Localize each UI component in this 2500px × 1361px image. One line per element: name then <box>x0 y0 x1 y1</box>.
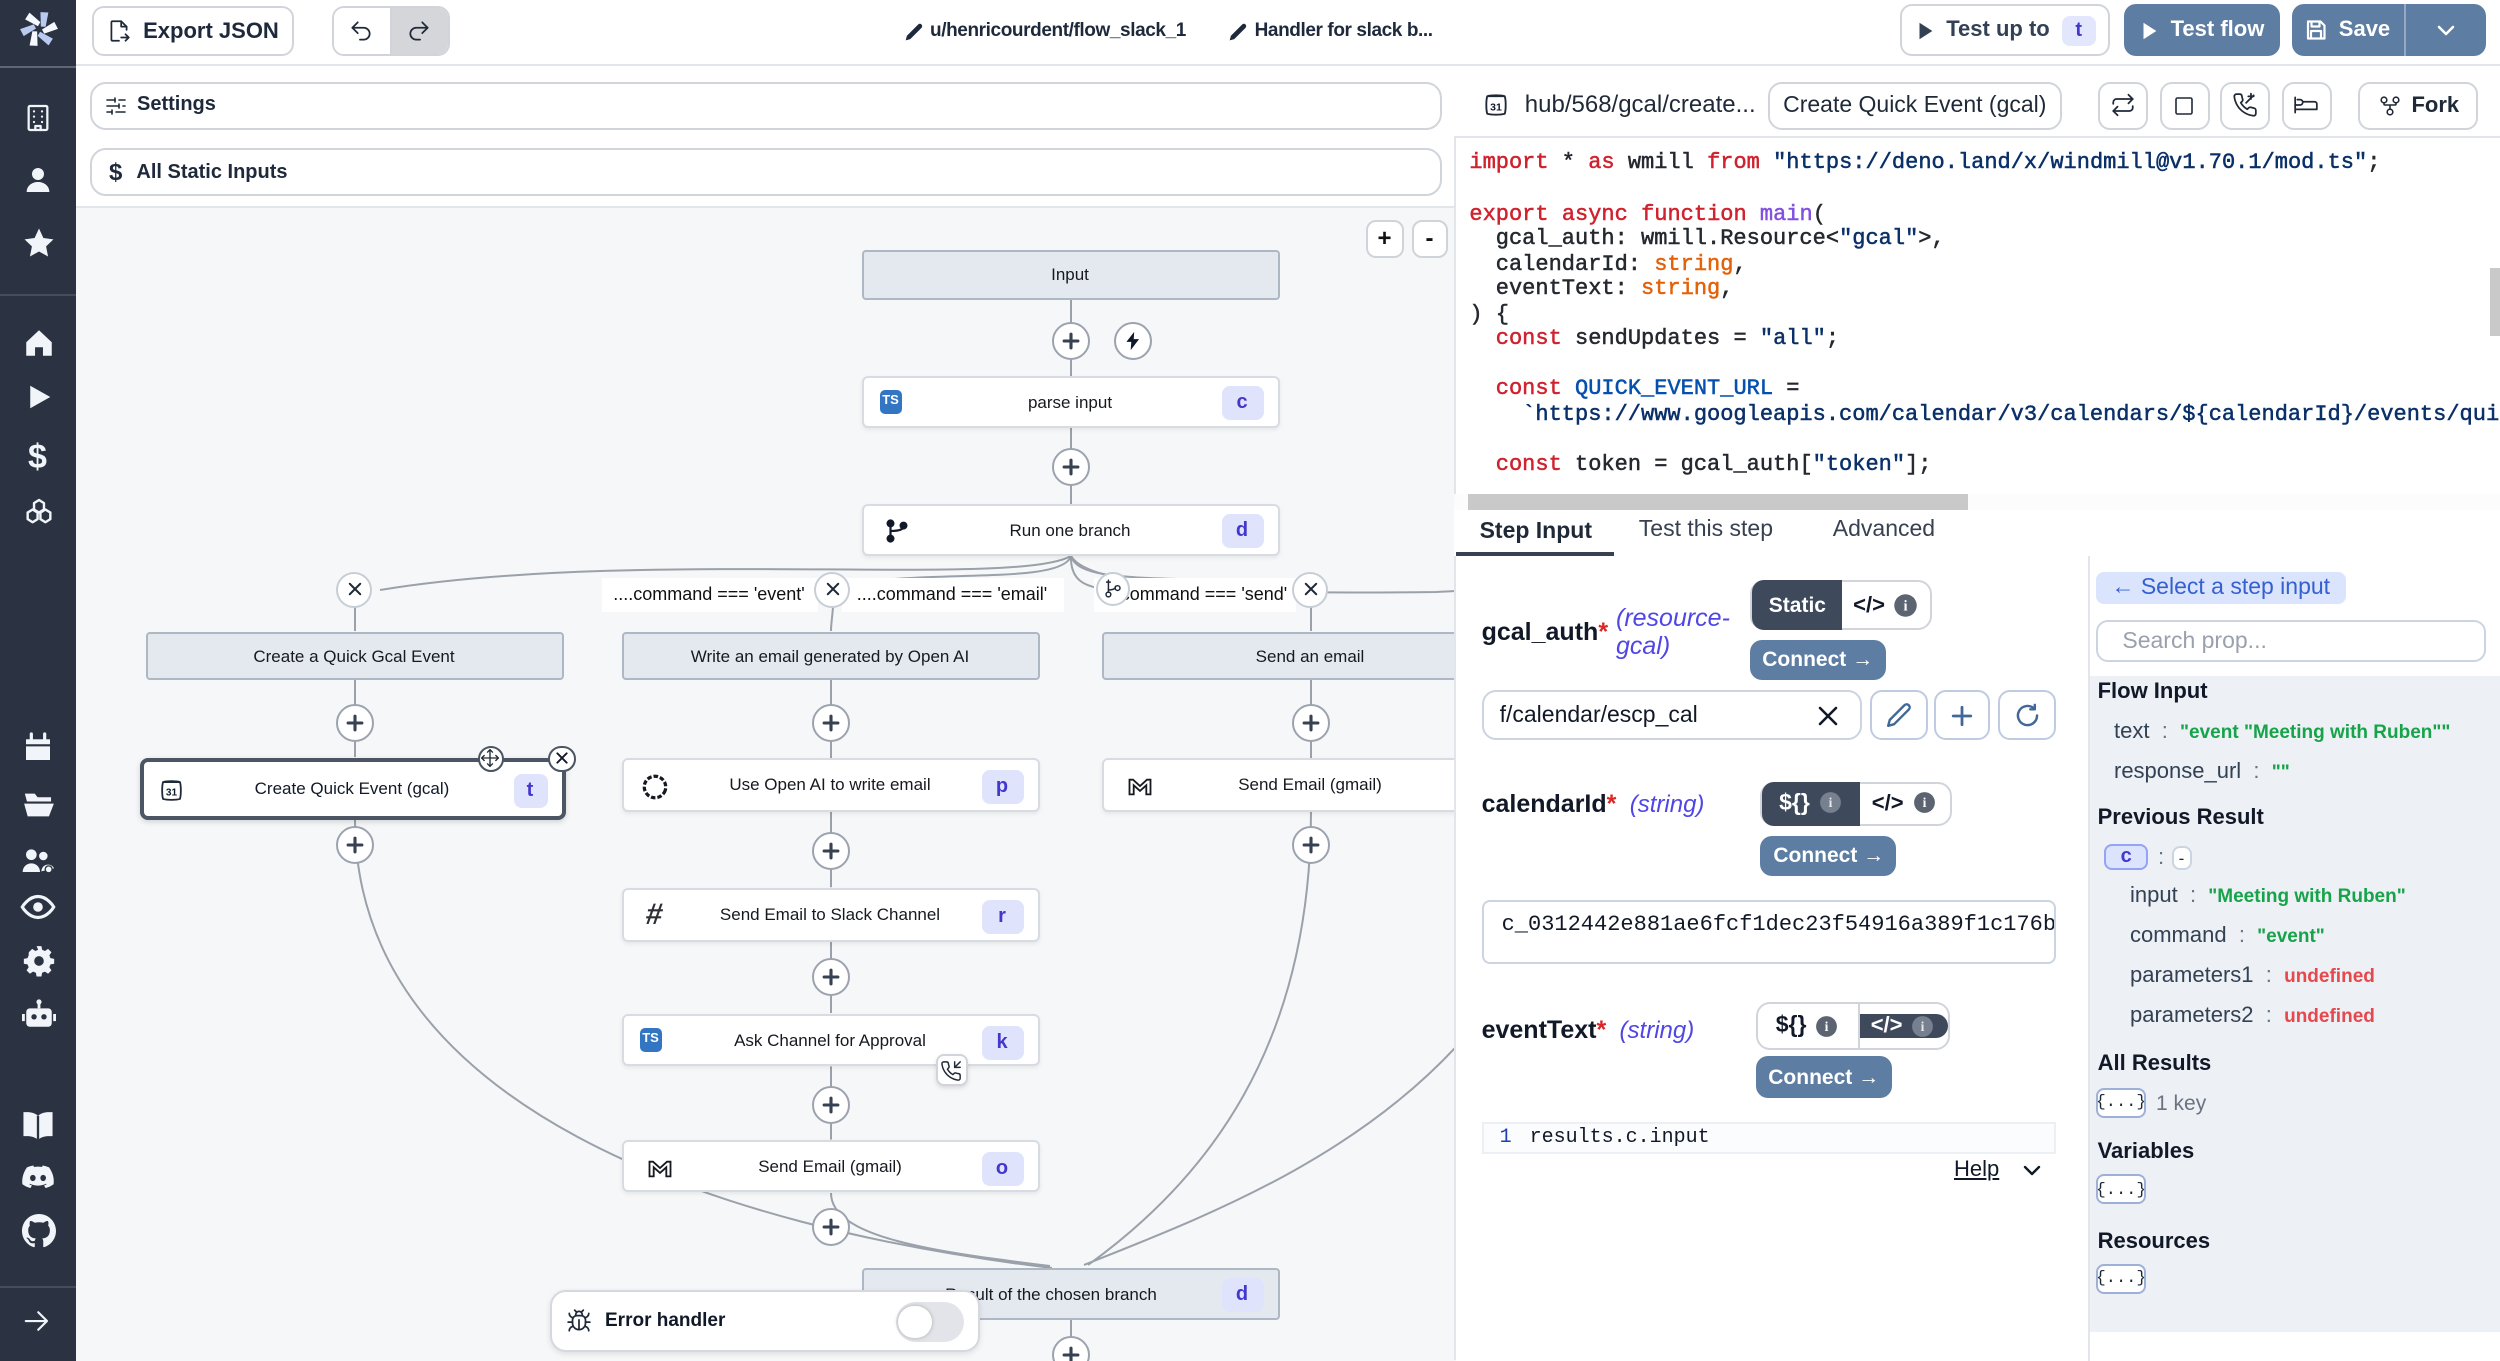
svg-text:i: i <box>1922 796 1926 811</box>
svg-text:i: i <box>1921 1018 1925 1033</box>
svg-text:i: i <box>1825 1018 1829 1033</box>
svg-text:i: i <box>1828 796 1832 811</box>
svg-text:i: i <box>1904 598 1908 614</box>
svg-text:31: 31 <box>1491 102 1503 114</box>
